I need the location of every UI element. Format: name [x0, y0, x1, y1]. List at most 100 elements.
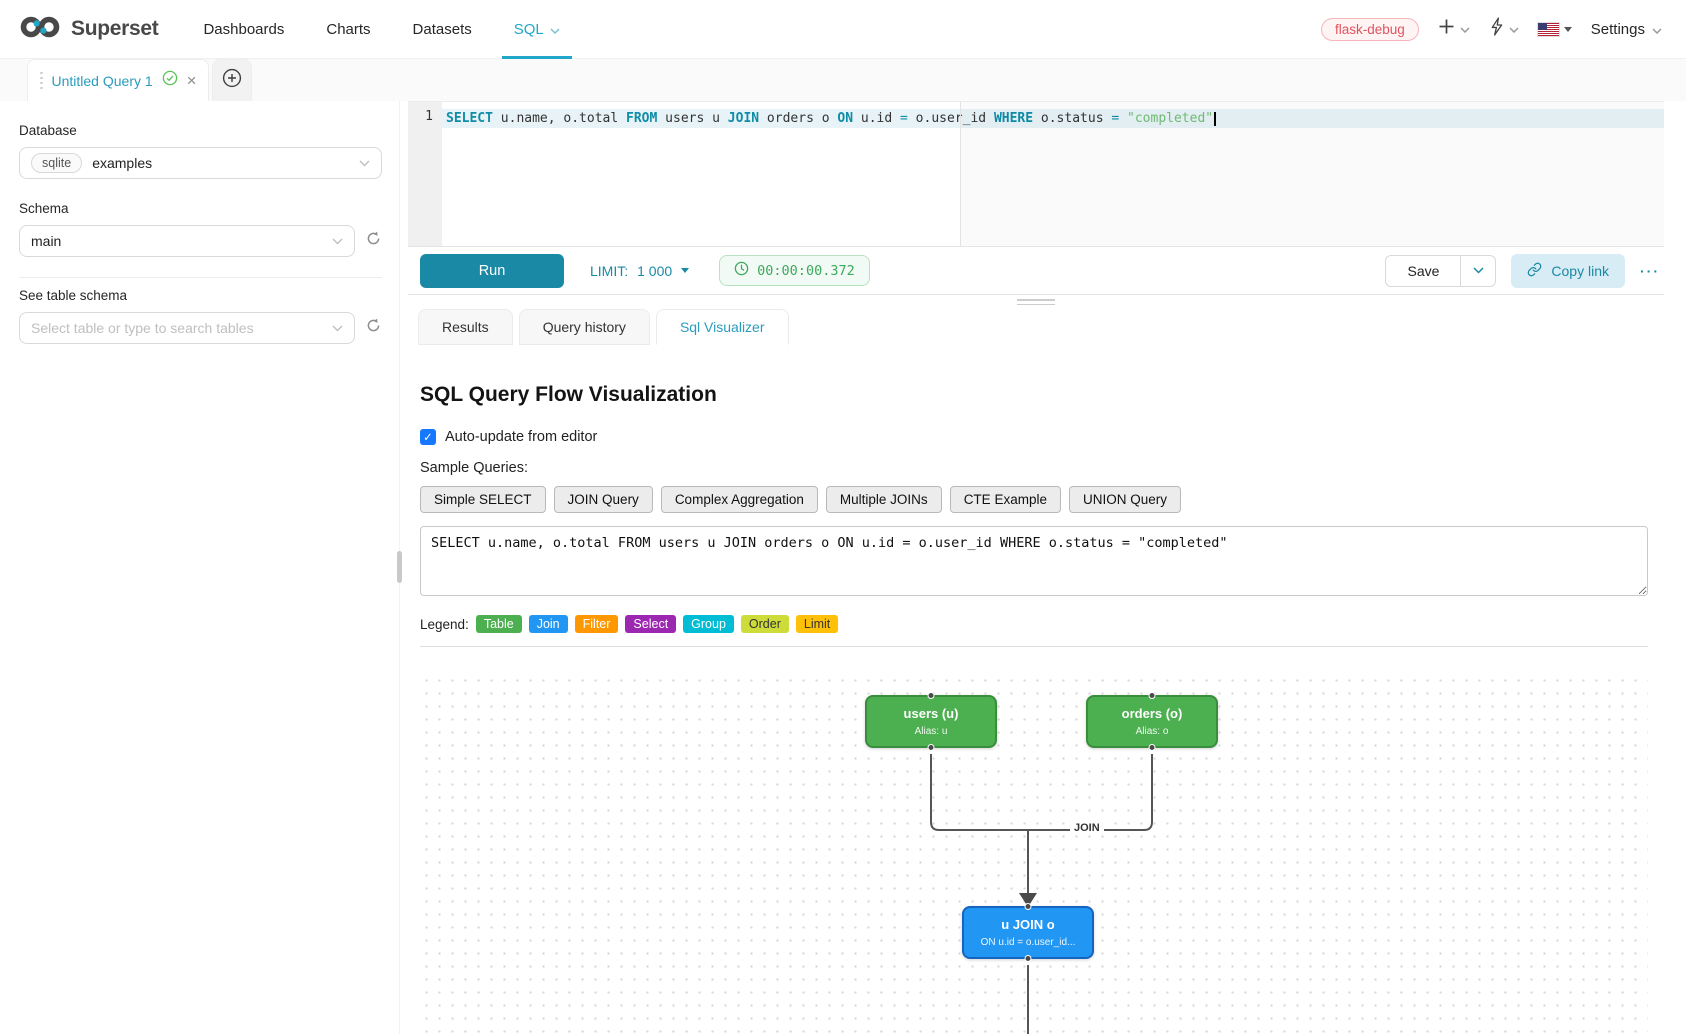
- sqllab-sidebar: Database sqlite examples Schema main: [0, 101, 392, 1034]
- sample-union-query-button[interactable]: UNION Query: [1069, 486, 1181, 513]
- table-select[interactable]: Select table or type to search tables: [19, 312, 355, 344]
- pane-resize-handle[interactable]: [408, 295, 1664, 309]
- flow-edges: [420, 674, 1648, 1034]
- plus-icon: [1438, 18, 1455, 40]
- sample-queries-label: Sample Queries:: [420, 460, 1664, 476]
- chevron-down-icon: [1460, 20, 1470, 38]
- tab-results[interactable]: Results: [418, 309, 513, 345]
- refresh-schemas-icon[interactable]: [365, 230, 382, 252]
- node-title: u JOIN o: [970, 917, 1086, 932]
- top-navbar: Superset Dashboards Charts Datasets SQL …: [0, 0, 1686, 59]
- sample-join-query-button[interactable]: JOIN Query: [554, 486, 653, 513]
- query-tab-title: Untitled Query 1: [52, 73, 153, 89]
- legend-chip-select: Select: [625, 615, 676, 633]
- run-button[interactable]: Run: [420, 254, 564, 288]
- nav-item-dashboards[interactable]: Dashboards: [203, 0, 284, 59]
- node-handle[interactable]: [928, 744, 935, 751]
- query-timer: 00:00:00.372: [719, 255, 870, 286]
- save-split-button: Save: [1385, 255, 1496, 287]
- refresh-tables-icon[interactable]: [365, 317, 382, 339]
- table-schema-label: See table schema: [19, 288, 382, 303]
- new-item-menu[interactable]: [1438, 18, 1470, 40]
- check-circle-icon: [162, 70, 178, 91]
- flow-canvas[interactable]: JOIN users (u) Alias: u orders (o) Alias…: [420, 674, 1648, 1034]
- node-handle[interactable]: [1149, 692, 1156, 699]
- node-title: orders (o): [1094, 706, 1210, 721]
- sample-complex-aggregation-button[interactable]: Complex Aggregation: [661, 486, 818, 513]
- infinity-logo-icon: [18, 14, 62, 45]
- copy-link-button[interactable]: Copy link: [1511, 254, 1625, 288]
- us-flag-icon: [1538, 23, 1559, 36]
- legend: Legend: Table Join Filter Select Group O…: [420, 615, 1664, 633]
- new-query-tab-button[interactable]: [212, 59, 252, 101]
- nav-item-charts[interactable]: Charts: [326, 0, 370, 59]
- more-menu-button[interactable]: ···: [1640, 263, 1660, 279]
- auto-update-label: Auto-update from editor: [445, 429, 597, 445]
- sidebar-splitter: [392, 101, 408, 1034]
- node-handle[interactable]: [1025, 955, 1032, 962]
- legend-chip-filter: Filter: [575, 615, 619, 633]
- database-engine-badge: sqlite: [31, 153, 82, 173]
- flow-node-orders[interactable]: orders (o) Alias: o: [1086, 695, 1218, 748]
- superset-logo[interactable]: Superset: [18, 14, 158, 45]
- settings-menu[interactable]: Settings: [1591, 21, 1662, 38]
- node-handle[interactable]: [928, 692, 935, 699]
- nav-item-sql-label: SQL: [514, 21, 544, 38]
- query-text-input[interactable]: SELECT u.name, o.total FROM users u JOIN…: [420, 526, 1648, 596]
- limit-value: 1 000: [637, 263, 672, 279]
- legend-chip-table: Table: [476, 615, 522, 633]
- node-handle[interactable]: [1149, 744, 1156, 751]
- save-button[interactable]: Save: [1385, 255, 1460, 287]
- tab-sql-visualizer[interactable]: Sql Visualizer: [656, 309, 789, 345]
- sample-cte-example-button[interactable]: CTE Example: [950, 486, 1061, 513]
- chevron-down-icon: [332, 319, 343, 337]
- tab-query-history[interactable]: Query history: [519, 309, 650, 345]
- node-title: users (u): [873, 706, 989, 721]
- editor-gutter: 1: [408, 102, 442, 246]
- lightning-icon: [1489, 17, 1504, 41]
- query-tab-active[interactable]: Untitled Query 1 ×: [27, 59, 209, 101]
- sample-multiple-joins-button[interactable]: Multiple JOINs: [826, 486, 942, 513]
- sample-simple-select-button[interactable]: Simple SELECT: [420, 486, 546, 513]
- join-edge-label: JOIN: [1070, 821, 1104, 835]
- workspace: Database sqlite examples Schema main: [0, 101, 1686, 1034]
- text-cursor: [1214, 112, 1216, 126]
- database-label: Database: [19, 123, 382, 138]
- flow-node-users[interactable]: users (u) Alias: u: [865, 695, 997, 748]
- alerts-menu[interactable]: [1489, 17, 1519, 41]
- plus-circle-icon: [222, 68, 242, 93]
- clock-icon: [734, 261, 749, 280]
- database-select[interactable]: sqlite examples: [19, 147, 382, 179]
- auto-update-checkbox[interactable]: ✓: [420, 429, 436, 445]
- copy-link-label: Copy link: [1551, 263, 1609, 279]
- sql-visualizer-panel: SQL Query Flow Visualization ✓ Auto-upda…: [408, 345, 1664, 1034]
- flow-node-join[interactable]: u JOIN o ON u.id = o.user_id...: [962, 906, 1094, 959]
- sql-editor[interactable]: 1 SELECT u.name, o.total FROM users u JO…: [408, 101, 1664, 247]
- link-icon: [1527, 262, 1542, 280]
- sqllab-main: 1 SELECT u.name, o.total FROM users u JO…: [408, 101, 1664, 1034]
- node-handle[interactable]: [1025, 903, 1032, 910]
- drag-handle-icon[interactable]: [40, 72, 43, 90]
- nav-item-sql[interactable]: SQL: [514, 0, 560, 59]
- editor-toolbar: Run LIMIT: 1 000 00:00:00.372 Save: [408, 247, 1664, 294]
- line-number: 1: [408, 109, 433, 124]
- node-subtitle: Alias: o: [1094, 726, 1210, 737]
- save-dropdown-button[interactable]: [1460, 255, 1496, 287]
- nav-item-datasets[interactable]: Datasets: [413, 0, 472, 59]
- sample-query-buttons: Simple SELECT JOIN Query Complex Aggrega…: [420, 486, 1664, 513]
- chevron-down-icon: [550, 21, 560, 38]
- schema-select[interactable]: main: [19, 225, 355, 257]
- editor-code-area[interactable]: SELECT u.name, o.total FROM users u JOIN…: [442, 102, 1664, 246]
- schema-select-value: main: [31, 233, 61, 249]
- database-select-value: examples: [92, 155, 152, 171]
- legend-chip-join: Join: [529, 615, 568, 633]
- legend-chip-order: Order: [741, 615, 789, 633]
- language-picker[interactable]: [1538, 23, 1572, 36]
- legend-chip-limit: Limit: [796, 615, 838, 633]
- limit-label: LIMIT:: [590, 263, 628, 279]
- close-icon[interactable]: ×: [187, 72, 197, 89]
- limit-dropdown[interactable]: LIMIT: 1 000: [590, 263, 689, 279]
- sidebar-resize-handle[interactable]: [397, 551, 402, 583]
- chevron-down-icon: [359, 154, 370, 172]
- result-tabs: Results Query history Sql Visualizer: [408, 309, 1664, 345]
